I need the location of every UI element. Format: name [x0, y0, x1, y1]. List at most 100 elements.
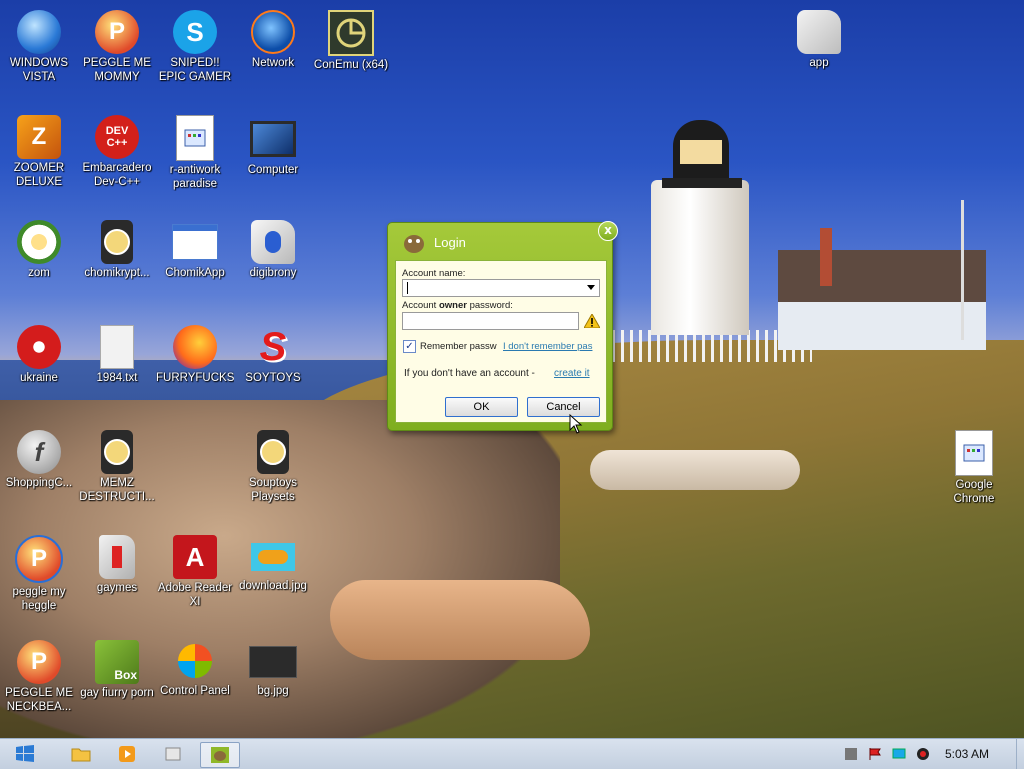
create-account-link[interactable]: create it	[554, 368, 590, 379]
remember-password-checkbox[interactable]: ✓	[403, 340, 416, 353]
icon-label: app	[809, 57, 829, 69]
box-app-icon: Box	[95, 640, 139, 684]
icon-label: ConEmu (x64)	[313, 59, 389, 71]
icon-label: MEMZ DESTRUCTI...	[79, 477, 155, 503]
icon-label: peggle my heggle	[12, 586, 66, 612]
taskbar-media-player[interactable]	[110, 742, 144, 766]
wallpaper-roof	[778, 250, 986, 302]
image-thumbnail-icon	[251, 543, 295, 571]
peggle-icon: P	[17, 640, 61, 684]
taskbar-file-explorer[interactable]	[64, 742, 98, 766]
taskbar-app-window[interactable]	[156, 742, 190, 766]
games-folder-icon	[99, 535, 135, 579]
close-icon[interactable]: x	[598, 221, 618, 241]
show-desktop-button[interactable]	[1016, 739, 1024, 769]
image-thumbnail-icon	[249, 646, 297, 678]
desktop-icon-firefox[interactable]: FURRYFUCKS	[156, 321, 234, 385]
desktop-icon-gay-fiurry[interactable]: Box gay fiurry porn	[78, 636, 156, 700]
desktop-icon-soytoys[interactable]: S SOYTOYS	[234, 321, 312, 385]
icon-label: ukraine	[20, 372, 58, 384]
account-name-dropdown[interactable]	[402, 279, 600, 297]
icon-label: Google Chrome	[953, 479, 995, 505]
desktop-icon-network[interactable]: Network	[234, 6, 312, 70]
account-name-label: Account name:	[402, 268, 466, 279]
taskbar-clock[interactable]: 5:03 AM	[945, 747, 989, 761]
icon-label: chomikrypt...	[84, 267, 150, 279]
warning-icon	[584, 314, 600, 328]
remember-password-label: Remember passw	[420, 341, 497, 352]
windows-logo-icon	[16, 745, 34, 762]
desktop-icon-bg-jpg[interactable]: bg.jpg	[234, 636, 312, 698]
desktop-icon-gaymes[interactable]: gaymes	[78, 531, 156, 595]
action-center-flag-icon[interactable]	[868, 747, 882, 761]
icon-label: Adobe Reader XI	[157, 582, 233, 608]
desktop-icon-conemu[interactable]: ConEmu (x64)	[312, 6, 390, 72]
desktop-icon-peggle-me-neckbeard[interactable]: P PEGGLE ME NECKBEA...	[0, 636, 78, 714]
login-title: Login	[434, 235, 466, 250]
icon-label: Souptoys Playsets	[249, 477, 297, 503]
wallpaper-rock	[590, 450, 800, 490]
taskbar-login-app[interactable]	[200, 742, 240, 768]
volume-icon[interactable]	[916, 747, 930, 761]
desktop-icon-adobe-reader[interactable]: A Adobe Reader XI	[156, 531, 234, 609]
icon-label: SNIPED!! EPIC GAMER 360...	[158, 57, 232, 83]
text-caret	[407, 282, 408, 294]
soytoys-s-icon: S	[259, 324, 287, 369]
forgot-password-link[interactable]: I don't remember pas	[503, 341, 592, 352]
desktop-icon-ukraine[interactable]: ukraine	[0, 321, 78, 385]
flower-icon	[17, 220, 61, 264]
desktop-icon-peggle-my-heggle[interactable]: P peggle my heggle	[0, 531, 78, 613]
devcpp-icon: DEV C++	[95, 115, 139, 159]
network-tray-icon[interactable]	[892, 747, 906, 761]
flash-icon: f	[17, 430, 61, 474]
document-icon	[955, 430, 993, 476]
icon-label: Computer	[247, 164, 299, 176]
desktop-icon-chomikapp[interactable]: ChomikApp	[156, 216, 234, 280]
desktop-icon-sniped[interactable]: S SNIPED!! EPIC GAMER 360...	[156, 6, 234, 84]
cancel-button[interactable]: Cancel	[527, 397, 600, 417]
desktop-icon-zom[interactable]: zom	[0, 216, 78, 280]
tray-app-icon[interactable]	[844, 747, 858, 761]
login-app-icon	[401, 229, 427, 255]
taskbar: 5:03 AM	[0, 738, 1024, 769]
conemu-icon	[328, 10, 374, 56]
wallpaper-chimney	[820, 228, 832, 286]
clock-app-icon	[257, 430, 289, 474]
desktop-icon-chomikrypt[interactable]: chomikrypt...	[78, 216, 156, 280]
adobe-reader-icon: A	[173, 535, 217, 579]
icon-label: gay fiurry porn	[80, 687, 154, 699]
icon-label: 1984.txt	[96, 372, 138, 384]
desktop-icon-r-antiwork[interactable]: r-antiwork paradise	[156, 111, 234, 191]
desktop-icon-control-panel[interactable]: Control Panel	[156, 636, 234, 698]
desktop-icon-souptoys[interactable]: Souptoys Playsets	[234, 426, 312, 504]
desktop-icon-memz[interactable]: MEMZ DESTRUCTI...	[78, 426, 156, 504]
icon-label: Network	[251, 57, 295, 69]
media-player-icon	[119, 746, 135, 762]
icon-label: ShoppingC...	[5, 477, 73, 489]
desktop-icon-shoppingc[interactable]: f ShoppingC...	[0, 426, 78, 490]
folder-icon	[71, 748, 91, 762]
login-dialog[interactable]: Login x Account name: Account owner pass…	[387, 221, 618, 431]
zoomer-icon: Z	[17, 115, 61, 159]
wallpaper-lighthouse	[651, 180, 749, 335]
password-field[interactable]	[402, 312, 579, 330]
ok-button[interactable]: OK	[445, 397, 518, 417]
icon-label: ZOOMER DELUXE	[13, 162, 65, 188]
desktop-icon-computer[interactable]: Computer	[234, 111, 312, 177]
desktop-icon-peggle-me-mommy[interactable]: P PEGGLE ME MOMMY	[78, 6, 156, 84]
icon-label: gaymes	[96, 582, 138, 594]
desktop[interactable]: WINDOWS VISTA P PEGGLE ME MOMMY S SNIPED…	[0, 0, 1024, 738]
desktop-icon-windows-vista[interactable]: WINDOWS VISTA	[0, 6, 78, 84]
desktop-icon-app[interactable]: app	[780, 6, 858, 70]
desktop-icon-zoomer-deluxe[interactable]: Z ZOOMER DELUXE	[0, 111, 78, 189]
document-icon	[176, 115, 214, 161]
icon-label: ChomikApp	[165, 267, 225, 279]
app-icon	[251, 220, 295, 264]
desktop-icon-download-jpg[interactable]: download.jpg	[234, 531, 312, 593]
icon-label: WINDOWS VISTA	[9, 57, 69, 83]
start-button[interactable]	[8, 742, 42, 766]
desktop-icon-1984-txt[interactable]: 1984.txt	[78, 321, 156, 385]
desktop-icon-devcpp[interactable]: DEV C++ Embarcadero Dev-C++	[78, 111, 156, 189]
desktop-icon-digibrony[interactable]: digibrony	[234, 216, 312, 280]
desktop-icon-google-chrome[interactable]: Google Chrome	[935, 426, 1013, 506]
